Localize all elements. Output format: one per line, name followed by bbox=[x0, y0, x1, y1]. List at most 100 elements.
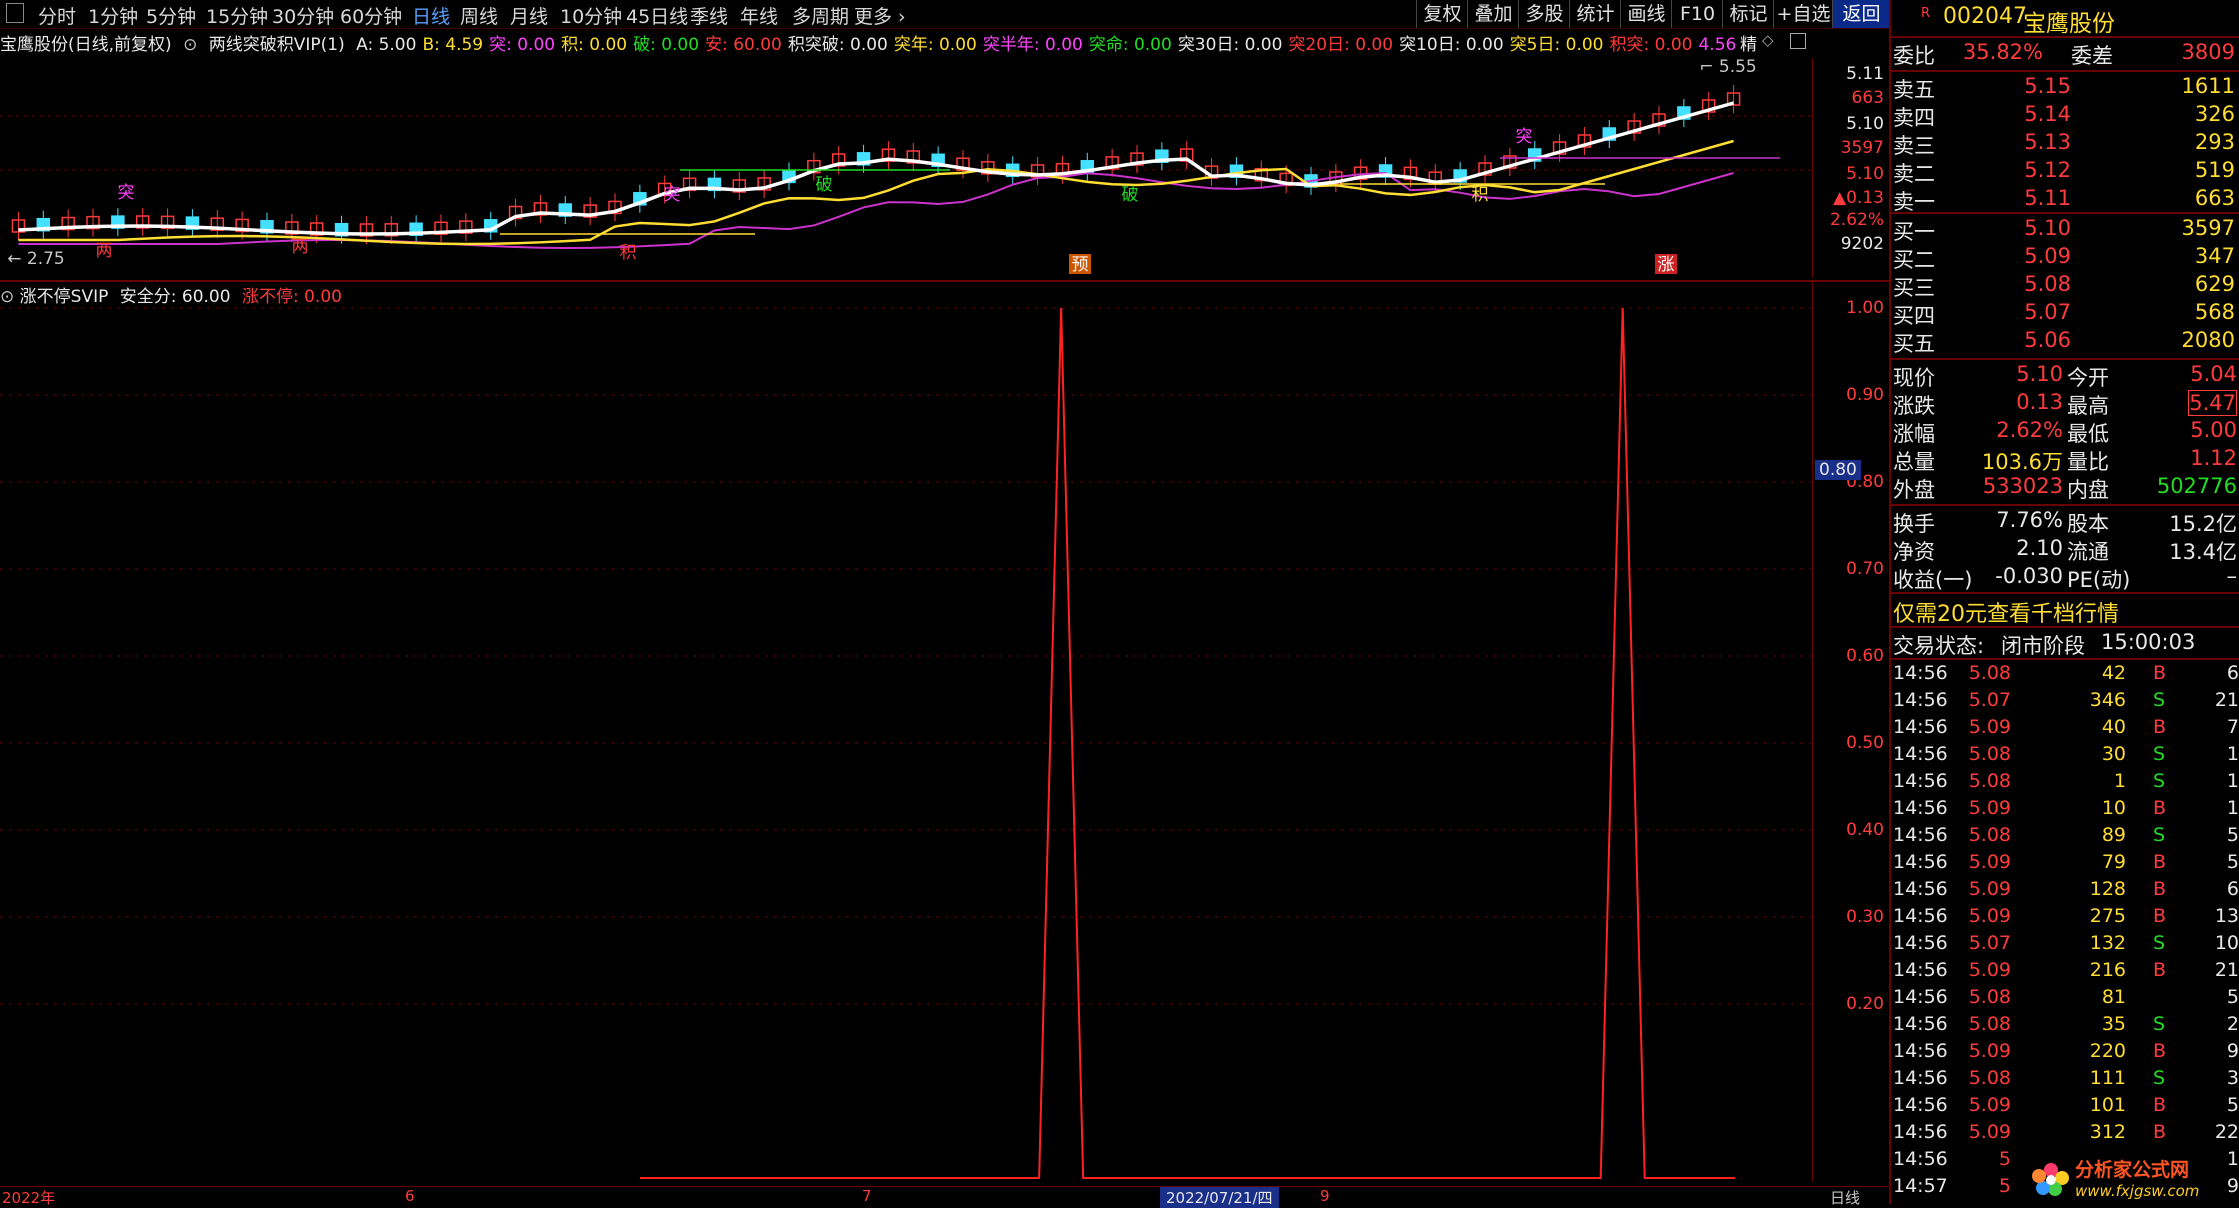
date-label-6: 6 bbox=[405, 1187, 415, 1205]
divider bbox=[1891, 626, 2239, 628]
tool-button-5[interactable]: F10 bbox=[1671, 0, 1723, 28]
kline-chart[interactable]: 突突突破破积两两积预 涨← 2.75⌐ 5.55 bbox=[0, 58, 1812, 278]
panel-toggle-icon[interactable] bbox=[6, 3, 24, 23]
trade-time: 15:00:03 bbox=[2101, 630, 2196, 654]
tick-price: 5.07 bbox=[1968, 689, 2011, 711]
bid-row-2[interactable]: 买三 5.08 629 bbox=[1891, 272, 2239, 300]
tick-row-3: 14:56 5.08 30 S 1 bbox=[1891, 743, 2239, 770]
promo-row[interactable]: 仅需20元查看千档行情 bbox=[1891, 596, 2239, 627]
diamond-icon[interactable]: ◇ bbox=[1762, 31, 1774, 49]
ask-row-4[interactable]: 卖一 5.11 663 bbox=[1891, 186, 2239, 214]
tool-button-6[interactable]: 标记 bbox=[1722, 0, 1774, 28]
maximize-icon[interactable] bbox=[1790, 33, 1806, 49]
tool-button-0[interactable]: 复权 bbox=[1416, 0, 1468, 28]
tick-side: B bbox=[2153, 905, 2167, 927]
tick-side: B bbox=[2153, 797, 2167, 819]
marker-zhang: 涨 bbox=[1658, 255, 1675, 275]
tick-volume: 220 bbox=[2089, 1040, 2126, 1062]
bid-row-2-label: 买三 bbox=[1893, 276, 1935, 300]
candle bbox=[1155, 142, 1169, 171]
period-tab-5[interactable]: 60分钟 bbox=[340, 2, 402, 29]
tool-button-3[interactable]: 统计 bbox=[1569, 0, 1621, 28]
tool-button-2[interactable]: 多股 bbox=[1518, 0, 1570, 28]
quote-panel: R 002047 宝鹰股份 委比 35.82% 委差 3809 卖五 5.15 16… bbox=[1889, 0, 2239, 1204]
candle bbox=[135, 208, 150, 237]
period-tab-6[interactable]: 日线 bbox=[412, 2, 450, 29]
tick-price: 5.09 bbox=[1968, 1040, 2011, 1062]
period-tab-8[interactable]: 月线 bbox=[510, 2, 548, 29]
tick-volume: 79 bbox=[2101, 851, 2126, 873]
bid-row-0[interactable]: 买一 5.10 3597 bbox=[1891, 216, 2239, 244]
stat-value: 103.6万 bbox=[1981, 450, 2063, 474]
tool-button-4[interactable]: 画线 bbox=[1620, 0, 1672, 28]
tick-volume: 132 bbox=[2089, 932, 2126, 954]
bid-row-0-price: 5.10 bbox=[2024, 216, 2071, 240]
stat-value: 2.62% bbox=[1996, 418, 2063, 442]
tick-side: B bbox=[2153, 959, 2167, 981]
period-tab-12[interactable]: 年线 bbox=[740, 2, 778, 29]
period-tab-9[interactable]: 10分钟 bbox=[560, 2, 622, 29]
ask-row-2-volume: 293 bbox=[2194, 130, 2235, 154]
signal-chart[interactable] bbox=[0, 300, 1812, 1180]
fund-label: 股本 bbox=[2067, 512, 2109, 536]
period-tab-14[interactable]: 更多 › bbox=[854, 2, 906, 29]
ask-row-3[interactable]: 卖二 5.12 519 bbox=[1891, 158, 2239, 186]
indicator-item-15: 4.56 bbox=[1698, 35, 1737, 55]
divider bbox=[1891, 36, 2239, 38]
promo-link[interactable]: 仅需20元查看千档行情 bbox=[1893, 596, 2119, 628]
ask-row-0[interactable]: 卖五 5.15 1611 bbox=[1891, 74, 2239, 102]
fund-value: 2.10 bbox=[2016, 536, 2063, 560]
candle bbox=[508, 198, 523, 227]
tick-volume: 40 bbox=[2101, 716, 2126, 738]
candle bbox=[1030, 156, 1045, 185]
tick-row-10: 14:56 5.07 132 S 10 bbox=[1891, 932, 2239, 959]
candle bbox=[409, 215, 423, 244]
period-tab-4[interactable]: 30分钟 bbox=[272, 2, 334, 29]
ask-row-2[interactable]: 卖三 5.13 293 bbox=[1891, 130, 2239, 158]
period-tab-2[interactable]: 5分钟 bbox=[146, 2, 196, 29]
period-tab-0[interactable]: 分时 bbox=[38, 2, 76, 29]
bid-row-3-price: 5.07 bbox=[2024, 300, 2071, 324]
candle bbox=[384, 215, 399, 244]
bid-row-3-label: 买四 bbox=[1893, 304, 1935, 328]
tick-price: 5.09 bbox=[1968, 878, 2011, 900]
period-tab-11[interactable]: 季线 bbox=[690, 2, 728, 29]
period-tab-1[interactable]: 1分钟 bbox=[88, 2, 138, 29]
watermark-url: www.fxjgsw.com bbox=[2075, 1182, 2199, 1200]
y-tick-4: 0.60 bbox=[1846, 646, 1884, 666]
ask-row-1[interactable]: 卖四 5.14 326 bbox=[1891, 102, 2239, 130]
jing-label[interactable]: 精 bbox=[1740, 30, 1757, 55]
tick-side: B bbox=[2153, 1121, 2167, 1143]
ask-row-3-price: 5.12 bbox=[2024, 158, 2071, 182]
tick-time: 14:56 bbox=[1893, 1013, 1948, 1035]
indicator-item-8: 突半年: 0.00 bbox=[982, 35, 1083, 55]
candle bbox=[856, 144, 871, 173]
weicha-value: 3809 bbox=[2181, 40, 2235, 64]
candle bbox=[881, 141, 896, 170]
bid-row-4[interactable]: 买五 5.06 2080 bbox=[1891, 328, 2239, 356]
formula-dropdown-icon[interactable]: ⊙ bbox=[183, 35, 197, 55]
tool-button-1[interactable]: 叠加 bbox=[1467, 0, 1519, 28]
tick-row-9: 14:56 5.09 275 B 13 bbox=[1891, 905, 2239, 932]
period-tab-10[interactable]: 45日线 bbox=[626, 2, 688, 29]
tool-button-7[interactable]: +自选 bbox=[1773, 0, 1833, 28]
tick-volume: 30 bbox=[2101, 743, 2126, 765]
watermark-title: 分析家公式网 bbox=[2075, 1158, 2189, 1181]
period-tab-3[interactable]: 15分钟 bbox=[206, 2, 268, 29]
tick-price: 5.08 bbox=[1968, 743, 2011, 765]
tool-button-8[interactable]: 返回 bbox=[1832, 0, 1890, 28]
bid-row-1[interactable]: 买二 5.09 347 bbox=[1891, 244, 2239, 272]
y-cursor-label: 0.80 bbox=[1815, 460, 1861, 480]
stat-value: 5.04 bbox=[2190, 362, 2237, 386]
formula-name[interactable]: 两线突破积VIP(1) bbox=[209, 30, 345, 55]
candle bbox=[1130, 145, 1144, 174]
period-tab-7[interactable]: 周线 bbox=[460, 2, 498, 29]
period-tab-13[interactable]: 多周期 bbox=[792, 2, 849, 29]
candle bbox=[1105, 148, 1119, 177]
tick-row-0: 14:56 5.08 42 B 6 bbox=[1891, 662, 2239, 689]
bid-row-3[interactable]: 买四 5.07 568 bbox=[1891, 300, 2239, 328]
tick-time: 14:56 bbox=[1893, 797, 1948, 819]
candle bbox=[185, 209, 200, 238]
stat-value: 0.13 bbox=[2016, 390, 2063, 414]
date-label-year: 2022年 bbox=[2, 1189, 56, 1207]
